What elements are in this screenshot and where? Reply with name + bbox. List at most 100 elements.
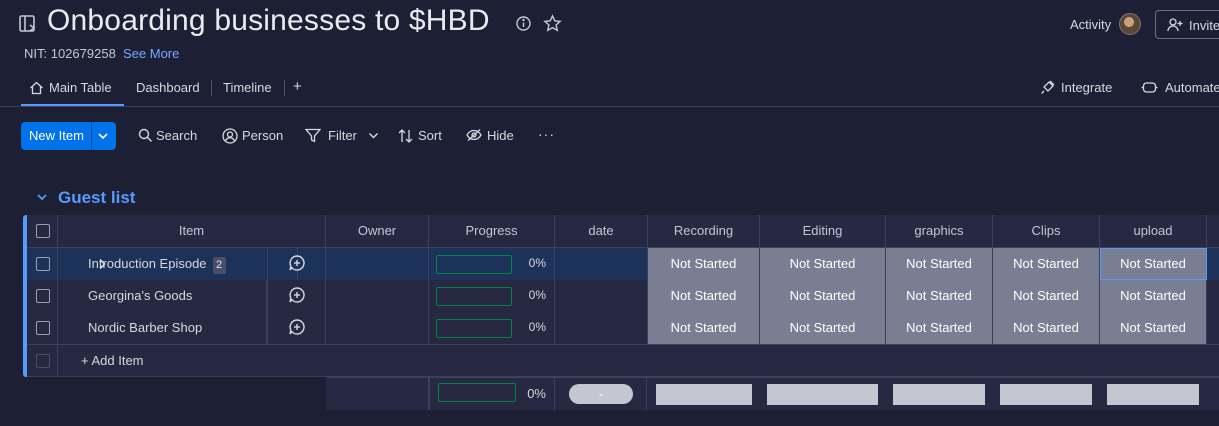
status-upload[interactable]: Not Started — [1100, 248, 1207, 280]
add-update-icon[interactable] — [288, 318, 306, 336]
search-icon — [138, 128, 152, 142]
status-clips[interactable]: Not Started — [993, 312, 1100, 344]
column-header-progress[interactable]: Progress — [429, 215, 555, 247]
owner-cell[interactable] — [326, 248, 429, 280]
item-cell[interactable]: Nordic Barber Shop — [58, 312, 267, 344]
row-checkbox[interactable] — [36, 321, 50, 335]
filter-button[interactable]: Filter — [305, 128, 357, 143]
column-header-owner[interactable]: Owner — [326, 215, 429, 247]
column-header-upload[interactable]: upload — [1100, 215, 1207, 247]
row-checkbox[interactable] — [36, 257, 50, 271]
select-all-checkbox[interactable] — [36, 224, 50, 238]
button-divider — [91, 122, 92, 150]
activity-button[interactable]: Activity — [1070, 17, 1111, 32]
status-editing[interactable]: Not Started — [760, 248, 886, 280]
item-name[interactable]: Georgina's Goods — [88, 288, 192, 303]
progress-cell: 0% — [429, 280, 555, 312]
progress-cell: 0% — [429, 248, 555, 280]
tab-timeline[interactable]: Timeline — [223, 80, 272, 95]
automate-button[interactable]: Automate — [1141, 80, 1219, 95]
status-clips[interactable]: Not Started — [993, 280, 1100, 312]
star-icon[interactable] — [543, 14, 562, 33]
eye-hidden-icon — [466, 129, 482, 141]
row-checkbox[interactable] — [36, 289, 50, 303]
add-view-button[interactable]: + — [293, 78, 302, 95]
tab-dashboard[interactable]: Dashboard — [136, 80, 200, 95]
status-clips[interactable]: Not Started — [993, 248, 1100, 280]
item-cell[interactable]: Georgina's Goods — [58, 280, 267, 312]
board-description: NIT: 102679258 — [24, 46, 116, 61]
avatar[interactable] — [1119, 13, 1141, 35]
add-update-icon[interactable] — [288, 286, 306, 304]
row-select-cell — [27, 312, 58, 344]
item-name[interactable]: Nordic Barber Shop — [88, 320, 202, 335]
chevron-down-icon[interactable] — [97, 131, 109, 141]
chevron-down-icon[interactable] — [36, 192, 48, 202]
sort-label: Sort — [418, 128, 442, 143]
sort-button[interactable]: Sort — [398, 128, 442, 143]
new-item-button[interactable]: New Item — [21, 122, 116, 150]
add-person-icon — [1167, 18, 1183, 32]
see-more-link[interactable]: See More — [123, 46, 179, 61]
summary-owner-cell — [326, 378, 429, 410]
column-header-recording[interactable]: Recording — [648, 215, 760, 247]
column-header-graphics[interactable]: graphics — [886, 215, 993, 247]
integrate-button[interactable]: Integrate — [1040, 80, 1112, 95]
add-update-icon[interactable] — [288, 254, 306, 272]
date-cell[interactable] — [555, 280, 648, 312]
progress-bar — [436, 255, 512, 274]
summary-date-cell: - — [555, 378, 647, 410]
summary-row: 0% - — [326, 377, 1219, 410]
column-header-editing[interactable]: Editing — [760, 215, 886, 247]
board-title[interactable]: Onboarding businesses to $HBD — [47, 4, 490, 38]
add-item-row[interactable]: + Add Item — [27, 345, 1219, 377]
status-graphics[interactable]: Not Started — [886, 312, 993, 344]
tab-divider — [211, 80, 212, 96]
updates-cell[interactable] — [267, 248, 326, 280]
info-icon[interactable] — [515, 15, 532, 32]
item-name[interactable]: Introduction Episode — [88, 256, 207, 271]
more-options-button[interactable]: ··· — [538, 126, 555, 142]
summary-progress-bar — [438, 383, 516, 402]
owner-cell[interactable] — [326, 312, 429, 344]
status-recording[interactable]: Not Started — [648, 248, 760, 280]
status-upload[interactable]: Not Started — [1100, 312, 1207, 344]
robot-icon — [1141, 82, 1158, 93]
status-graphics[interactable]: Not Started — [886, 248, 993, 280]
updates-cell[interactable] — [267, 280, 326, 312]
summary-status-editing — [767, 384, 878, 405]
chevron-down-icon[interactable] — [368, 131, 379, 140]
hide-button[interactable]: Hide — [466, 128, 514, 143]
status-editing[interactable]: Not Started — [760, 312, 886, 344]
table-row[interactable]: Georgina's Goods 0% Not Started Not Star… — [27, 280, 1219, 313]
add-item-input[interactable]: + Add Item — [81, 353, 144, 368]
date-cell[interactable] — [555, 248, 648, 280]
status-upload[interactable]: Not Started — [1100, 280, 1207, 312]
status-recording[interactable]: Not Started — [648, 312, 760, 344]
column-header-item[interactable]: Item — [58, 215, 326, 247]
column-header-clips[interactable]: Clips — [993, 215, 1100, 247]
table-row[interactable]: Introduction Episode 2 0% Not Started Not… — [27, 248, 1219, 281]
progress-value: 0% — [528, 288, 546, 302]
status-recording[interactable]: Not Started — [648, 280, 760, 312]
subitem-count-badge[interactable]: 2 — [212, 257, 226, 274]
date-cell[interactable] — [555, 312, 648, 344]
search-button[interactable]: Search — [138, 128, 197, 143]
person-label: Person — [242, 128, 284, 143]
person-filter-button[interactable]: Person — [222, 128, 284, 144]
table-row[interactable]: Nordic Barber Shop 0% Not Started Not St… — [27, 312, 1219, 345]
tab-main-table[interactable]: Main Table — [29, 80, 112, 95]
board-icon[interactable] — [18, 14, 38, 34]
add-row-checkbox-cell — [27, 345, 58, 376]
status-editing[interactable]: Not Started — [760, 280, 886, 312]
column-header-date[interactable]: date — [555, 215, 648, 247]
status-graphics[interactable]: Not Started — [886, 280, 993, 312]
item-cell[interactable]: Introduction Episode 2 — [58, 248, 298, 280]
owner-cell[interactable] — [326, 280, 429, 312]
invite-button[interactable]: Invite — [1155, 10, 1219, 39]
summary-date-range: - — [569, 384, 633, 404]
summary-status-upload — [1107, 384, 1199, 405]
group-title[interactable]: Guest list — [58, 188, 135, 208]
sort-icon — [398, 129, 413, 143]
updates-cell[interactable] — [267, 312, 326, 344]
